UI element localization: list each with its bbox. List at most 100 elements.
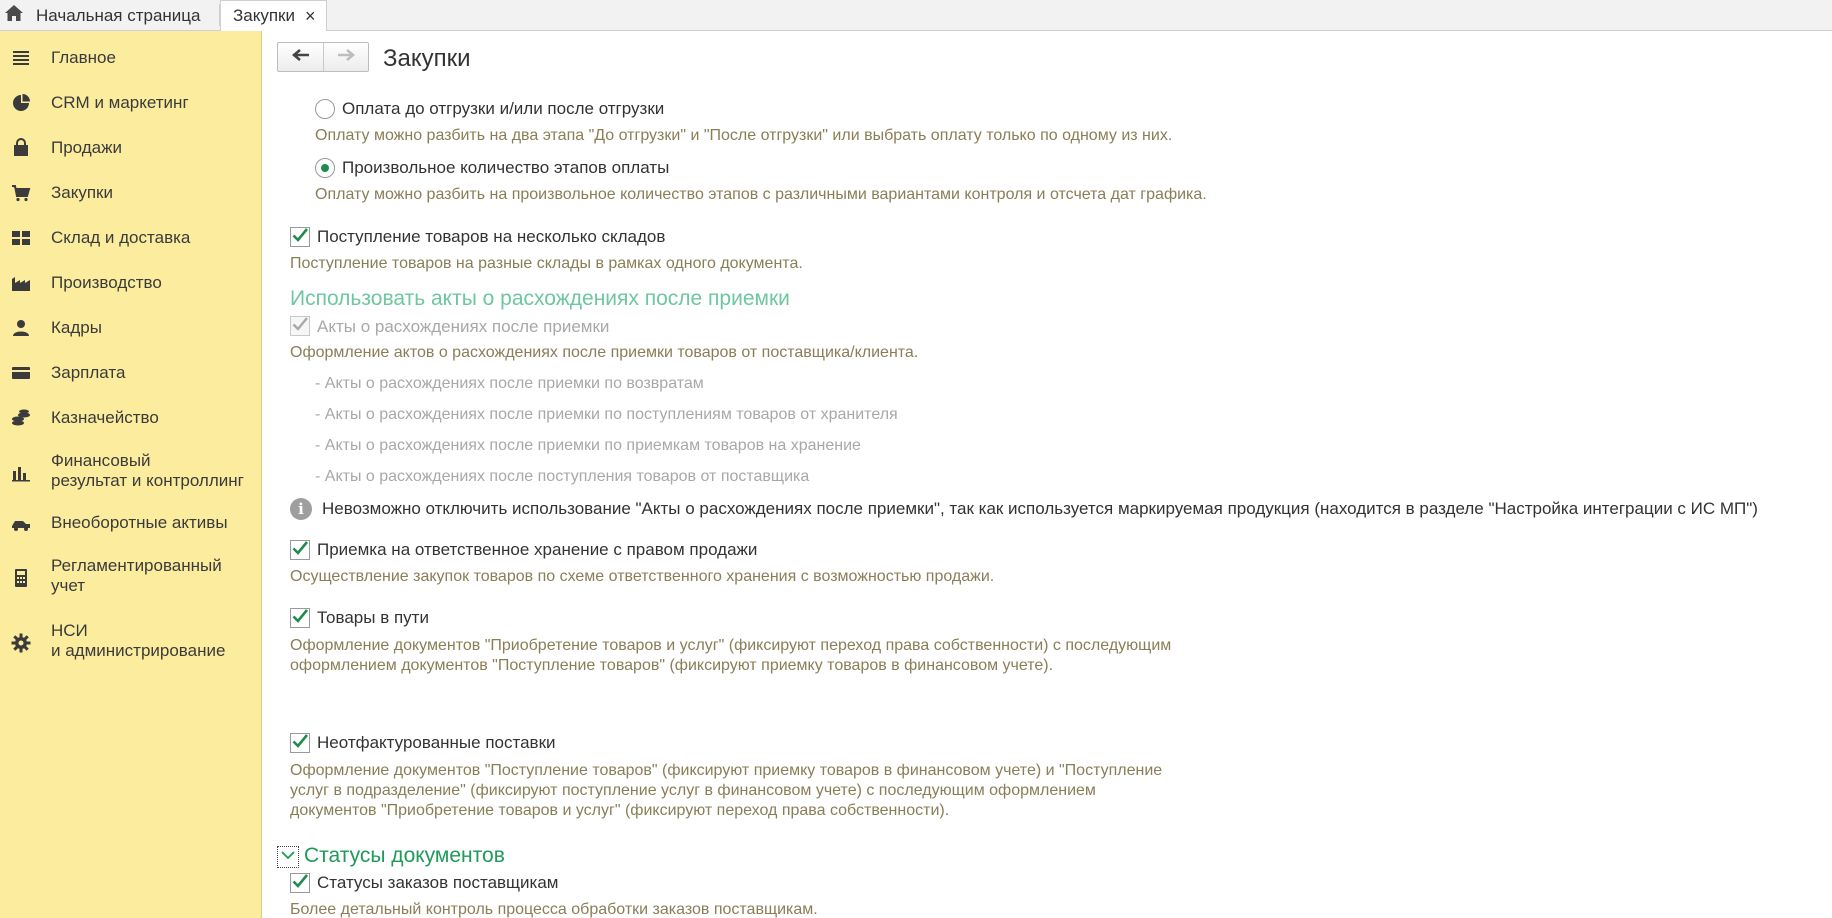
sidebar-item-label: Внеоборотные активы — [51, 513, 228, 532]
checkbox-multi-warehouse[interactable] — [290, 227, 310, 247]
sidebar-item-treasury[interactable]: Казначейство — [0, 403, 262, 433]
sidebar-item-label: Продажи — [51, 138, 122, 157]
checkbox-discrepancy-acts-label: Акты о расхождениях после приемки — [317, 317, 610, 336]
sidebar-item-purchases[interactable]: Закупки — [0, 178, 262, 208]
radio-selected-dot — [321, 164, 329, 172]
radio-arbitrary-stages[interactable] — [315, 158, 335, 178]
page-title: Закупки — [383, 45, 471, 72]
close-icon[interactable]: × — [305, 6, 316, 27]
sidebar-item-label-line1: НСИ — [51, 621, 88, 640]
sidebar-item-main[interactable]: Главное — [0, 43, 262, 73]
discrepancy-subitem: - Акты о расхождениях после приемки по п… — [315, 406, 898, 423]
checkbox-uninvoiced-label[interactable]: Неотфактурованные поставки — [317, 733, 556, 753]
checkmark-icon — [291, 315, 309, 338]
truck-icon — [11, 513, 31, 533]
shopping-bag-icon — [11, 138, 31, 158]
checkmark-icon — [291, 539, 309, 562]
desc-line: оформлением документов "Поступление това… — [290, 657, 1054, 674]
checkbox-goods-in-transit[interactable] — [290, 608, 310, 628]
sidebar-item-label: Главное — [51, 48, 116, 67]
sidebar-item-label-line2: и администрирование — [51, 641, 226, 660]
radio-pay-before-after-desc: Оплату можно разбить на два этапа "До от… — [315, 127, 1173, 144]
sidebar-item-label: CRM и маркетинг — [51, 93, 189, 112]
discrepancy-subitem: - Акты о расхождениях после приемки по в… — [315, 375, 704, 392]
desc-line: Оформление документов "Поступление товар… — [290, 762, 1163, 779]
sidebar-item-label: Кадры — [51, 318, 102, 337]
desc-line: документов "Приобретение товаров и услуг… — [290, 802, 950, 819]
bar-chart-icon — [11, 462, 31, 482]
gear-icon — [11, 633, 31, 653]
arrow-right-icon — [336, 47, 356, 67]
checkbox-uninvoiced[interactable] — [290, 733, 310, 753]
home-icon — [4, 3, 24, 28]
factory-icon — [11, 273, 31, 293]
person-icon — [11, 318, 31, 338]
warehouse-grid-icon — [11, 228, 31, 248]
arrow-left-icon — [291, 47, 311, 67]
checkmark-icon — [291, 732, 309, 755]
checkbox-supplier-order-statuses-label[interactable]: Статусы заказов поставщикам — [317, 873, 559, 893]
radio-pay-before-after[interactable] — [315, 99, 335, 119]
checkbox-goods-in-transit-label[interactable]: Товары в пути — [317, 608, 429, 628]
sidebar-item-admin[interactable]: НСИ и администрирование — [0, 616, 262, 668]
cart-icon — [11, 183, 31, 203]
sidebar-item-production[interactable]: Производство — [0, 268, 262, 298]
sidebar-item-label-line1: Финансовый — [51, 451, 151, 470]
radio-arbitrary-stages-label[interactable]: Произвольное количество этапов оплаты — [342, 158, 669, 178]
coins-icon — [11, 408, 31, 428]
sidebar-item-regulated[interactable]: Регламентированный учет — [0, 551, 262, 603]
section-discrepancy-heading: Использовать акты о расхождениях после п… — [290, 287, 790, 310]
main-content: Закупки Оплата до отгрузки и/или после о… — [263, 31, 1832, 918]
discrepancy-desc: Оформление актов о расхождениях после пр… — [290, 344, 919, 361]
sidebar-item-crm[interactable]: CRM и маркетинг — [0, 88, 262, 118]
sidebar-item-sales[interactable]: Продажи — [0, 133, 262, 163]
discrepancy-subitem: - Акты о расхождениях после поступления … — [315, 468, 810, 485]
sidebar-item-label: Склад и доставка — [51, 228, 191, 247]
checkbox-supplier-order-statuses-desc: Более детальный контроль процесса обрабо… — [290, 901, 818, 918]
checkmark-icon — [291, 226, 309, 249]
history-nav — [277, 42, 369, 72]
sidebar-item-fixed-assets[interactable]: Внеоборотные активы — [0, 508, 262, 538]
discrepancy-subitem: - Акты о расхождениях после приемки по п… — [315, 437, 861, 454]
checkbox-uninvoiced-desc: Оформление документов "Поступление товар… — [290, 761, 1162, 821]
sidebar-item-label: Зарплата — [51, 363, 126, 382]
tab-home[interactable]: Начальная страница — [0, 0, 201, 31]
checkbox-custody-desc: Осуществление закупок товаров по схеме о… — [290, 568, 995, 585]
checkbox-goods-in-transit-desc: Оформление документов "Приобретение това… — [290, 636, 1171, 676]
sidebar-item-hr[interactable]: Кадры — [0, 313, 262, 343]
checkbox-custody-label[interactable]: Приемка на ответственное хранение с прав… — [317, 540, 757, 560]
sidebar-item-salary[interactable]: Зарплата — [0, 358, 262, 388]
checkmark-icon — [291, 607, 309, 630]
sidebar-item-finance[interactable]: Финансовый результат и контроллинг — [0, 446, 262, 498]
tab-purchases[interactable]: Закупки × — [220, 0, 327, 32]
tab-home-label: Начальная страница — [36, 5, 201, 25]
checkbox-multi-warehouse-label[interactable]: Поступление товаров на несколько складов — [317, 227, 665, 247]
chevron-down-icon — [280, 847, 296, 868]
tab-bar: Начальная страница Закупки × — [0, 0, 1832, 32]
desc-line: услуг в подразделение" (фиксируют поступ… — [290, 782, 1096, 799]
radio-arbitrary-stages-desc: Оплату можно разбить на произвольное кол… — [315, 186, 1207, 203]
info-message: Невозможно отключить использование "Акты… — [322, 499, 1758, 518]
calculator-icon — [11, 568, 31, 588]
checkmark-icon — [291, 872, 309, 895]
menu-lines-icon — [11, 48, 31, 68]
sidebar-item-warehouse[interactable]: Склад и доставка — [0, 223, 262, 253]
info-icon: i — [290, 498, 312, 520]
checkbox-supplier-order-statuses[interactable] — [290, 873, 310, 893]
sidebar-item-label-line1: Регламентированный — [51, 556, 222, 575]
tab-purchases-label: Закупки — [233, 6, 295, 25]
sidebar: Главное CRM и маркетинг Продажи Закупки … — [0, 31, 262, 918]
section-statuses-heading[interactable]: Статусы документов — [304, 844, 505, 868]
checkbox-discrepancy-acts — [290, 316, 310, 336]
card-icon — [11, 363, 31, 383]
back-button[interactable] — [278, 43, 323, 71]
sidebar-item-label: Производство — [51, 273, 162, 292]
forward-button[interactable] — [323, 43, 368, 71]
sidebar-item-label-line2: результат и контроллинг — [51, 471, 244, 490]
section-collapse-toggle[interactable] — [277, 846, 299, 868]
checkbox-custody[interactable] — [290, 540, 310, 560]
radio-pay-before-after-label[interactable]: Оплата до отгрузки и/или после отгрузки — [342, 99, 664, 119]
sidebar-item-label-line2: учет — [51, 576, 86, 595]
pie-chart-icon — [11, 93, 31, 113]
sidebar-item-label: Казначейство — [51, 408, 159, 427]
